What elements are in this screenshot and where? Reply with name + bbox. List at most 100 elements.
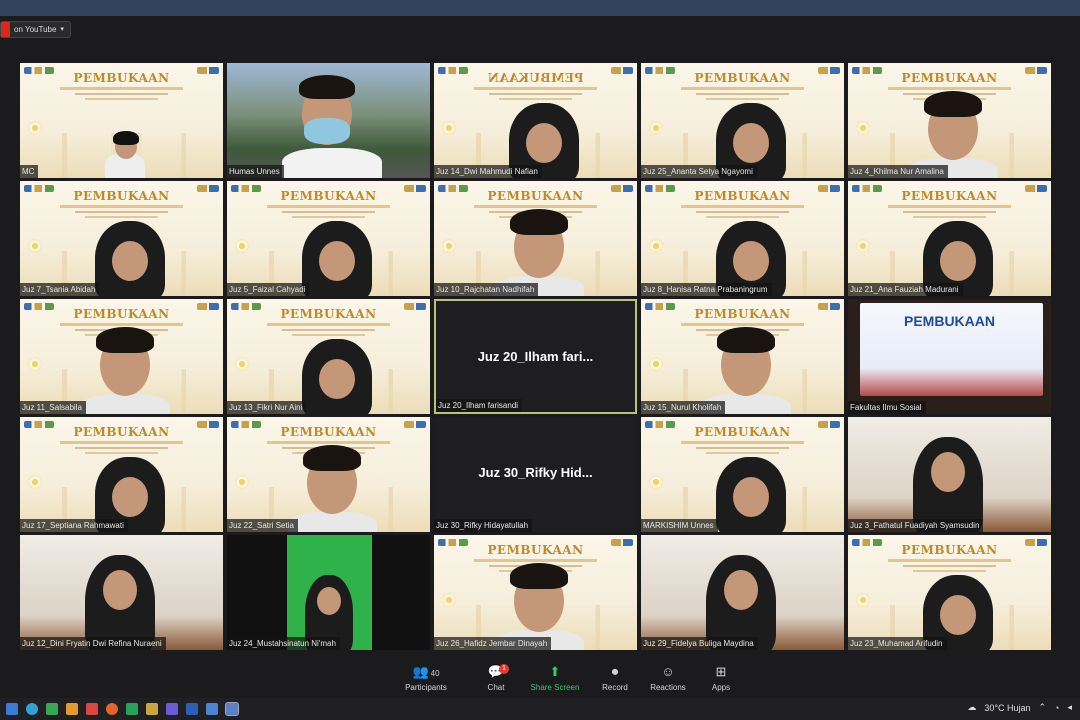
firefox-icon[interactable] <box>106 703 118 715</box>
person-face <box>733 123 769 163</box>
youtube-live-badge[interactable]: on YouTube ▾ <box>0 21 71 38</box>
participant-name-label: Juz 15_Nurul Kholifah <box>641 401 726 414</box>
participants-button[interactable]: 👥 40 Participants <box>396 664 456 692</box>
flower-icon <box>856 121 870 135</box>
participant-name-label: Juz 29_Fidelya Buliga Maydina <box>641 637 758 650</box>
banner-line <box>913 570 986 572</box>
participant-name-label: Humas Unnes <box>227 165 284 178</box>
tray-arrow-icon[interactable]: ⌃ <box>1038 702 1046 713</box>
banner-line <box>913 216 986 218</box>
participant-tile[interactable]: PEMBUKAAN Fakultas Ilmu Sosial <box>848 299 1051 414</box>
flower-icon <box>442 593 456 607</box>
participant-tile[interactable]: PEMBUKAAN Juz 22_Satri Setia <box>227 417 430 532</box>
banner-title: PEMBUKAAN <box>280 425 377 439</box>
banner-line <box>85 452 158 454</box>
share-screen-button[interactable]: ⬆ Share Screen <box>525 664 585 692</box>
participant-tile[interactable]: PEMBUKAAN Juz 8_Hanisa Ratna Prabaningrum <box>641 181 844 296</box>
participant-tile[interactable]: PEMBUKAAN Juz 26_Hafidz Jembar Dinayah <box>434 535 637 650</box>
banner-line <box>75 447 168 449</box>
banner-title: PEMBUKAAN <box>901 71 998 85</box>
participant-name-label: Juz 7_Tsania Abidah <box>20 283 100 296</box>
banner-title: PEMBUKAAN <box>73 71 170 85</box>
person-face <box>526 123 562 163</box>
participant-tile[interactable]: PEMBUKAAN Juz 5_Faizal Cahyadi <box>227 181 430 296</box>
chat-label: Chat <box>487 683 505 692</box>
record-button[interactable]: ⏺ Record <box>585 664 645 692</box>
participant-tile[interactable]: PEMBUKAAN MC <box>20 63 223 178</box>
banner-title: PEMBUKAAN <box>694 307 791 321</box>
participant-tile[interactable]: Juz 3_Fathatul Fuadiyah Syamsudin <box>848 417 1051 532</box>
participant-tile[interactable]: PEMBUKAAN Juz 23_Muhamad Arifudin <box>848 535 1051 650</box>
participant-tile[interactable]: PEMBUKAAN Juz 14_Dwi Mahmudi Nafian <box>434 63 637 178</box>
app-icon[interactable] <box>46 703 58 715</box>
banner-title: PEMBUKAAN <box>487 189 584 203</box>
banner-line <box>489 93 582 95</box>
participant-tile[interactable]: PEMBUKAAN Juz 4_Khilma Nur Amalina <box>848 63 1051 178</box>
participant-tile[interactable]: PEMBUKAAN Juz 13_Fikri Nur Aini <box>227 299 430 414</box>
share-screen-label: Share Screen <box>530 683 580 692</box>
gallery-view: PEMBUKAAN MC Humas Unnes PEMBUKAAN Juz 14_Dw… <box>20 63 1055 652</box>
word-icon[interactable] <box>186 703 198 715</box>
person-hair <box>924 91 982 117</box>
participant-name-label: MARKISHIM Unnes <box>641 519 718 532</box>
participant-tile[interactable]: PEMBUKAAN Juz 25_Ananta Setya Ngayomi <box>641 63 844 178</box>
live-indicator-icon <box>1 22 10 37</box>
participant-name-label: Juz 12_Dini Fryatin Dwi Refina Nuraeni <box>20 637 166 650</box>
banner-title: PEMBUKAAN <box>487 71 584 85</box>
apps-button[interactable]: ⊞ Apps <box>691 664 751 692</box>
flower-icon <box>442 239 456 253</box>
banner-line <box>696 211 789 213</box>
banner-line <box>696 93 789 95</box>
participant-tile[interactable]: PEMBUKAAN Juz 10_Rajchatan Nadhifah <box>434 181 637 296</box>
app-icon[interactable] <box>86 703 98 715</box>
banner-line <box>474 87 597 90</box>
banner-line <box>474 205 597 208</box>
whatsapp-icon[interactable] <box>126 703 138 715</box>
person-face <box>940 241 976 281</box>
browser-icon[interactable] <box>26 703 38 715</box>
reactions-button[interactable]: ☺ Reactions <box>638 664 698 692</box>
explorer-icon[interactable] <box>146 703 158 715</box>
flower-icon <box>649 239 663 253</box>
participant-tile[interactable]: Juz 29_Fidelya Buliga Maydina <box>641 535 844 650</box>
person-body <box>287 512 377 532</box>
flower-icon <box>28 121 42 135</box>
banner-line <box>60 441 183 444</box>
peci-cap <box>113 131 139 145</box>
folder-icon[interactable] <box>66 703 78 715</box>
banner-title: PEMBUKAAN <box>901 543 998 557</box>
participant-tile[interactable]: Juz 12_Dini Fryatin Dwi Refina Nuraeni <box>20 535 223 650</box>
banner-line <box>292 334 365 336</box>
banner-line <box>282 329 375 331</box>
banner-line <box>60 323 183 326</box>
face-mask <box>304 118 350 144</box>
banner-line <box>888 205 1011 208</box>
participants-label: Participants <box>405 683 447 692</box>
participant-tile[interactable]: PEMBUKAAN Juz 15_Nurul Kholifah <box>641 299 844 414</box>
active-app-icon[interactable] <box>225 702 239 716</box>
participant-tile[interactable]: Juz 20_Ilham fari... Juz 20_Ilham farisan… <box>434 299 637 414</box>
participant-name-label: Fakultas Ilmu Sosial <box>848 401 926 414</box>
app-icon[interactable] <box>166 703 178 715</box>
person-face <box>931 452 965 492</box>
participant-tile[interactable]: Juz 24_Mustahsinatun Ni'mah <box>227 535 430 650</box>
person-face <box>319 359 355 399</box>
person-face <box>112 477 148 517</box>
person-hair <box>299 75 355 99</box>
participant-name-label: Juz 4_Khilma Nur Amalina <box>848 165 948 178</box>
participant-tile[interactable]: PEMBUKAAN Juz 11_Salsabila <box>20 299 223 414</box>
zoom-icon[interactable] <box>206 703 218 715</box>
participant-tile[interactable]: Juz 30_Rifky Hid... Juz 30_Rifky Hidayatu… <box>434 417 637 532</box>
chat-button[interactable]: 💬 1 Chat <box>466 664 526 692</box>
participant-name-label: Juz 17_Septiana Rahmawati <box>20 519 128 532</box>
participant-tile[interactable]: PEMBUKAAN Juz 7_Tsania Abidah <box>20 181 223 296</box>
banner-line <box>706 452 779 454</box>
flower-icon <box>649 121 663 135</box>
start-icon[interactable] <box>6 703 18 715</box>
window-top-bar <box>0 0 1080 16</box>
system-tray: ☁ 30°C Hujan ⌃ ◔ ◂ <box>967 702 1072 713</box>
participant-tile[interactable]: Humas Unnes <box>227 63 430 178</box>
participant-tile[interactable]: PEMBUKAAN Juz 17_Septiana Rahmawati <box>20 417 223 532</box>
participant-tile[interactable]: PEMBUKAAN Juz 21_Ana Fauziah Madurani <box>848 181 1051 296</box>
participant-tile[interactable]: PEMBUKAAN MARKISHIM Unnes <box>641 417 844 532</box>
